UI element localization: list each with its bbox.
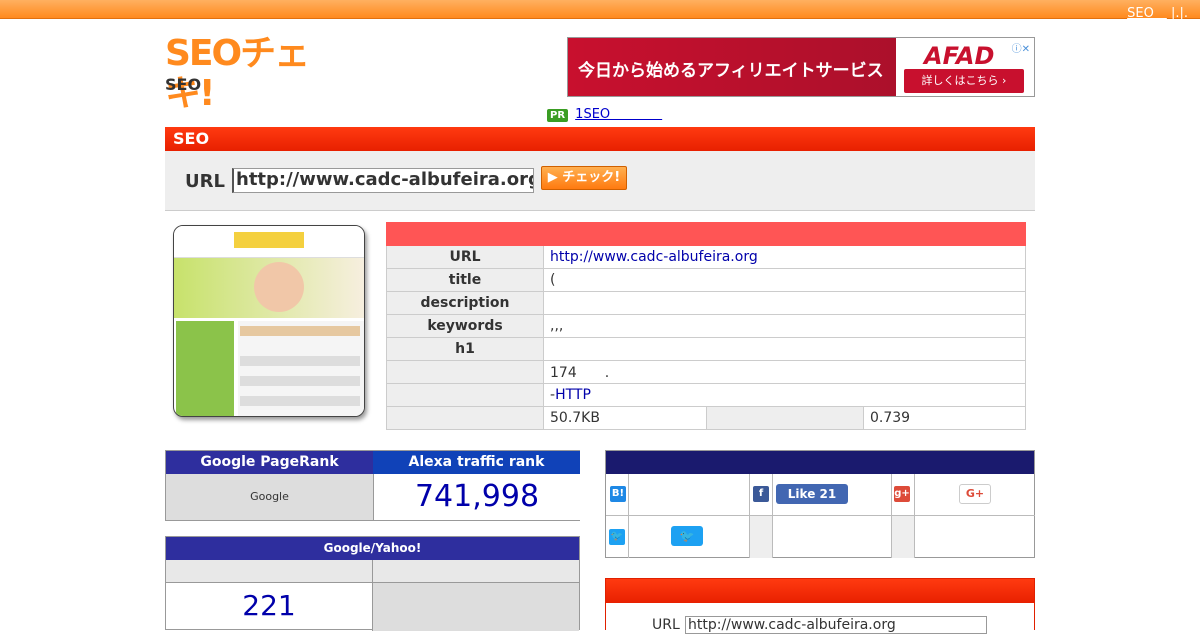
load-time-value: 0.739	[863, 406, 1026, 430]
facebook-like-button[interactable]: Like 21	[776, 484, 848, 504]
info-label	[706, 406, 864, 430]
hatena-count-cell	[629, 474, 750, 516]
rank-box: Google PageRank Alexa traffic rank Googl…	[165, 450, 580, 521]
google-plus-button[interactable]: G+	[959, 484, 991, 504]
twitter-tweet-button[interactable]: 🐦	[671, 526, 703, 546]
info-row-size: 50.7KB 0.739	[386, 406, 1026, 430]
ad-headline: 今日から始めるアフィリエイトサービス	[578, 61, 884, 81]
pagerank-value: Google	[166, 474, 373, 520]
info-value: (	[543, 268, 1026, 292]
info-row-links: 174 .	[386, 360, 1026, 384]
http-link[interactable]: HTTP	[555, 387, 591, 403]
site-logo[interactable]: SEOチェキ!	[165, 34, 340, 114]
alexa-header: Alexa traffic rank	[373, 451, 580, 474]
ad-brand-logo: AFAD	[924, 42, 995, 70]
info-label: title	[386, 268, 544, 292]
index-box: Google/Yahoo! 221	[165, 536, 580, 631]
google-index-subheader	[166, 560, 373, 583]
bottom-form-header	[606, 579, 1034, 603]
site-info-table: URL http://www.cadc-albufeira.org title …	[386, 222, 1026, 430]
index-header: Google/Yahoo!	[166, 537, 579, 560]
yahoo-index-value	[373, 583, 579, 631]
info-label	[386, 383, 544, 407]
top-bar: SEO |.|.	[0, 0, 1200, 21]
info-value: -HTTP	[543, 383, 1026, 407]
info-value: http://www.cadc-albufeira.org	[543, 245, 1026, 269]
yahoo-index-subheader	[373, 560, 579, 583]
info-value: 174 .	[543, 360, 1026, 384]
facebook-icon: f	[753, 486, 769, 502]
info-row-title: title (	[386, 268, 1026, 292]
info-label: keywords	[386, 314, 544, 338]
top-links: SEO |.|.	[1127, 2, 1188, 21]
ad-banner[interactable]: 今日から始めるアフィリエイトサービス AFAD ⓘ✕ 詳しくはこちら ›	[567, 37, 1035, 97]
seo-top-link[interactable]: SEO	[1127, 6, 1167, 21]
social-header	[606, 451, 1034, 474]
ad-info-icon[interactable]: ⓘ✕	[1012, 40, 1030, 55]
page-size-value: 50.7KB	[543, 406, 707, 430]
info-label	[386, 406, 544, 430]
check-button[interactable]: ▶ チェック!	[541, 166, 627, 190]
info-row-description: description	[386, 291, 1026, 315]
site-thumbnail	[173, 225, 365, 417]
logo-text: SEOチェキ!	[165, 33, 310, 114]
google-index-link[interactable]: 221	[242, 589, 295, 622]
pr-link[interactable]: 1SEO	[575, 107, 662, 122]
ad-brand-area: AFAD ⓘ✕ 詳しくはこちら ›	[896, 38, 1034, 96]
bottom-url-input[interactable]: http://www.cadc-albufeira.org	[685, 616, 987, 634]
pr-badge: PR	[547, 109, 569, 122]
pagerank-header: Google PageRank	[166, 451, 373, 474]
info-row-keywords: keywords ,,,	[386, 314, 1026, 338]
logo-subtitle: SEO	[165, 75, 202, 94]
info-row-http: -HTTP	[386, 383, 1026, 407]
hatena-icon: B!	[610, 486, 626, 502]
url-label: URL	[185, 171, 225, 192]
info-row-h1: h1	[386, 337, 1026, 361]
seo-section-header: SEO	[165, 127, 1035, 151]
ad-detail-button[interactable]: 詳しくはこちら ›	[904, 69, 1024, 93]
alexa-rank-link[interactable]: 741,998	[415, 479, 539, 514]
social-box: B! f Like 21 g+ G+ 🐦 🐦	[605, 450, 1035, 558]
top-separator: |.|.	[1170, 6, 1188, 21]
site-url-link[interactable]: http://www.cadc-albufeira.org	[550, 249, 758, 265]
info-value	[543, 337, 1026, 361]
url-input[interactable]: http://www.cadc-albufeira.org	[232, 168, 534, 193]
bottom-url-form: URL http://www.cadc-albufeira.org	[605, 578, 1035, 634]
info-row-url: URL http://www.cadc-albufeira.org	[386, 245, 1026, 269]
google-plus-icon: g+	[894, 486, 910, 502]
url-check-panel: URL http://www.cadc-albufeira.org ▶ チェック…	[165, 151, 1035, 211]
google-index-value: 221	[166, 583, 373, 631]
info-label: description	[386, 291, 544, 315]
info-value: ,,,	[543, 314, 1026, 338]
bottom-url-label: URL	[652, 617, 680, 633]
pr-link-row: PR 1SEO	[547, 103, 662, 122]
twitter-icon: 🐦	[609, 529, 625, 545]
info-value	[543, 291, 1026, 315]
info-label	[386, 360, 544, 384]
site-info-header	[386, 222, 1026, 246]
alexa-value: 741,998	[373, 474, 580, 520]
info-label: URL	[386, 245, 544, 269]
info-label: h1	[386, 337, 544, 361]
